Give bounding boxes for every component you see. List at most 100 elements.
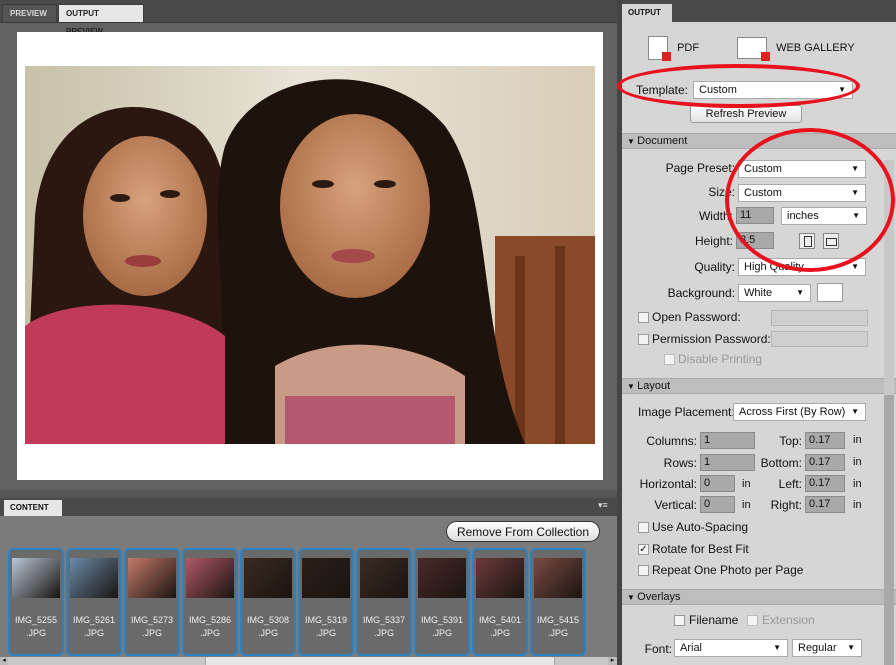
thumbnail-filename: IMG_5308 — [246, 615, 290, 625]
thumbnail-filename: IMG_5401 — [478, 615, 522, 625]
thumbnail-extension: .JPG — [199, 628, 220, 638]
vertical-label: Vertical: — [654, 498, 697, 512]
chevron-down-icon: ▼ — [773, 643, 781, 652]
repeat-one-photo-label: Repeat One Photo per Page — [652, 563, 804, 577]
tab-output[interactable]: OUTPUT — [622, 4, 672, 22]
extension-checkbox[interactable] — [747, 615, 758, 626]
columns-input[interactable]: 1 — [700, 432, 755, 449]
thumbnail-item[interactable]: IMG_5401 .JPG — [472, 548, 528, 656]
content-tab-bar — [0, 498, 617, 516]
horizontal-input[interactable]: 0 — [700, 475, 735, 492]
checkmark-icon: ✓ — [639, 544, 648, 555]
background-value: White — [744, 287, 773, 299]
top-unit: in — [853, 434, 862, 446]
thumbnail-image — [186, 558, 234, 598]
thumbnail-filename: IMG_5415 — [536, 615, 580, 625]
pdf-document-icon — [648, 36, 671, 62]
background-label: Background: — [667, 286, 735, 300]
disable-printing-checkbox[interactable] — [664, 354, 675, 365]
use-auto-spacing-checkbox[interactable] — [638, 522, 649, 533]
thumbnail-item[interactable]: IMG_5319 .JPG — [298, 548, 354, 656]
top-input[interactable]: 0.17 — [805, 432, 845, 449]
top-label: Top: — [779, 434, 802, 448]
thumbnail-item[interactable]: IMG_5273 .JPG — [124, 548, 180, 656]
disable-printing-label: Disable Printing — [678, 352, 763, 366]
open-password-input[interactable] — [771, 310, 868, 326]
open-password-checkbox[interactable] — [638, 312, 649, 323]
bottom-unit: in — [853, 456, 862, 468]
rotate-for-best-fit-checkbox[interactable]: ✓ — [638, 544, 649, 555]
thumbnail-filename: IMG_5273 — [130, 615, 174, 625]
open-password-label: Open Password: — [652, 310, 741, 324]
tab-preview[interactable]: PREVIEW — [2, 4, 57, 22]
image-placement-value: Across First (By Row) — [739, 406, 846, 418]
document-section-title: Document — [637, 135, 688, 147]
layout-section-header[interactable]: ▼ Layout — [622, 378, 896, 394]
thumbnail-extension: .JPG — [489, 628, 510, 638]
vertical-input[interactable]: 0 — [700, 496, 735, 513]
thumbnail-filename: IMG_5261 — [72, 615, 116, 625]
font-style-value: Regular — [798, 642, 837, 654]
right-input[interactable]: 0.17 — [805, 496, 845, 513]
thumbnail-filename: IMG_5337 — [362, 615, 406, 625]
overlays-section-header[interactable]: ▼ Overlays — [622, 589, 896, 605]
thumbnail-filename: IMG_5286 — [188, 615, 232, 625]
vertical-scrollbar-thumb[interactable] — [884, 395, 894, 665]
thumbnail-strip: IMG_5255 .JPG IMG_5261 .JPG IMG_5273 .JPG IMG_… — [8, 548, 608, 656]
thumbnail-image — [128, 558, 176, 598]
permission-password-checkbox[interactable] — [638, 334, 649, 345]
filename-checkbox[interactable] — [674, 615, 685, 626]
web-gallery-button[interactable]: WEB GALLERY — [737, 33, 862, 63]
background-color-swatch[interactable] — [817, 283, 843, 302]
repeat-one-photo-checkbox[interactable] — [638, 565, 649, 576]
pdf-button-label: PDF — [677, 42, 700, 54]
triangle-down-icon: ▼ — [627, 593, 638, 602]
bottom-input[interactable]: 0.17 — [805, 454, 845, 471]
image-placement-select[interactable]: Across First (By Row) ▼ — [733, 403, 866, 421]
rows-label: Rows: — [663, 456, 697, 470]
background-select[interactable]: White ▼ — [738, 284, 811, 302]
thumbnail-extension: .JPG — [431, 628, 452, 638]
thumbnail-image — [476, 558, 524, 598]
vertical-unit: in — [742, 499, 751, 511]
overlays-section-title: Overlays — [637, 591, 681, 603]
thumbnail-item[interactable]: IMG_5337 .JPG — [356, 548, 412, 656]
thumbnail-item[interactable]: IMG_5415 .JPG — [530, 548, 586, 656]
page-preset-label: Page Preset: — [665, 161, 735, 175]
chevron-down-icon: ▼ — [796, 288, 804, 297]
tab-output-preview[interactable]: OUTPUT PREVIEW — [58, 4, 144, 36]
thumbnail-item[interactable]: IMG_5255 .JPG — [8, 548, 64, 656]
font-style-select[interactable]: Regular ▼ — [792, 639, 862, 657]
right-unit: in — [853, 499, 862, 511]
thumbnail-extension: .JPG — [83, 628, 104, 638]
left-input[interactable]: 0.17 — [805, 475, 845, 492]
tab-content[interactable]: CONTENT — [4, 500, 62, 516]
extension-label: Extension — [762, 613, 815, 627]
font-value: Arial — [680, 642, 703, 654]
thumbnail-item[interactable]: IMG_5286 .JPG — [182, 548, 238, 656]
thumbnail-image — [302, 558, 350, 598]
horizontal-scrollbar-thumb[interactable] — [205, 657, 555, 665]
remove-from-collection-button[interactable]: Remove From Collection — [446, 521, 600, 542]
filename-label: Filename — [689, 613, 739, 627]
thumbnail-filename: IMG_5391 — [420, 615, 464, 625]
left-unit: in — [853, 478, 862, 490]
thumbnail-item[interactable]: IMG_5308 .JPG — [240, 548, 296, 656]
rows-input[interactable]: 1 — [700, 454, 755, 471]
permission-password-input[interactable] — [771, 331, 868, 347]
thumbnail-item[interactable]: IMG_5391 .JPG — [414, 548, 470, 656]
thumbnail-item[interactable]: IMG_5261 .JPG — [66, 548, 122, 656]
pdf-button[interactable]: PDF — [648, 33, 708, 63]
layout-section-title: Layout — [637, 380, 671, 392]
horizontal-unit: in — [742, 478, 751, 490]
thumbnail-extension: .JPG — [373, 628, 394, 638]
thumbnail-image — [12, 558, 60, 598]
panel-menu-icon[interactable]: ▾≡ — [598, 500, 608, 511]
thumbnail-extension: .JPG — [315, 628, 336, 638]
scroll-right-icon[interactable]: ▸ — [608, 657, 617, 665]
preview-photo — [25, 66, 595, 444]
scroll-left-icon[interactable]: ◂ — [0, 657, 8, 665]
quality-label: Quality: — [694, 260, 735, 274]
panel-splitter[interactable] — [0, 490, 617, 498]
font-select[interactable]: Arial ▼ — [674, 639, 788, 657]
